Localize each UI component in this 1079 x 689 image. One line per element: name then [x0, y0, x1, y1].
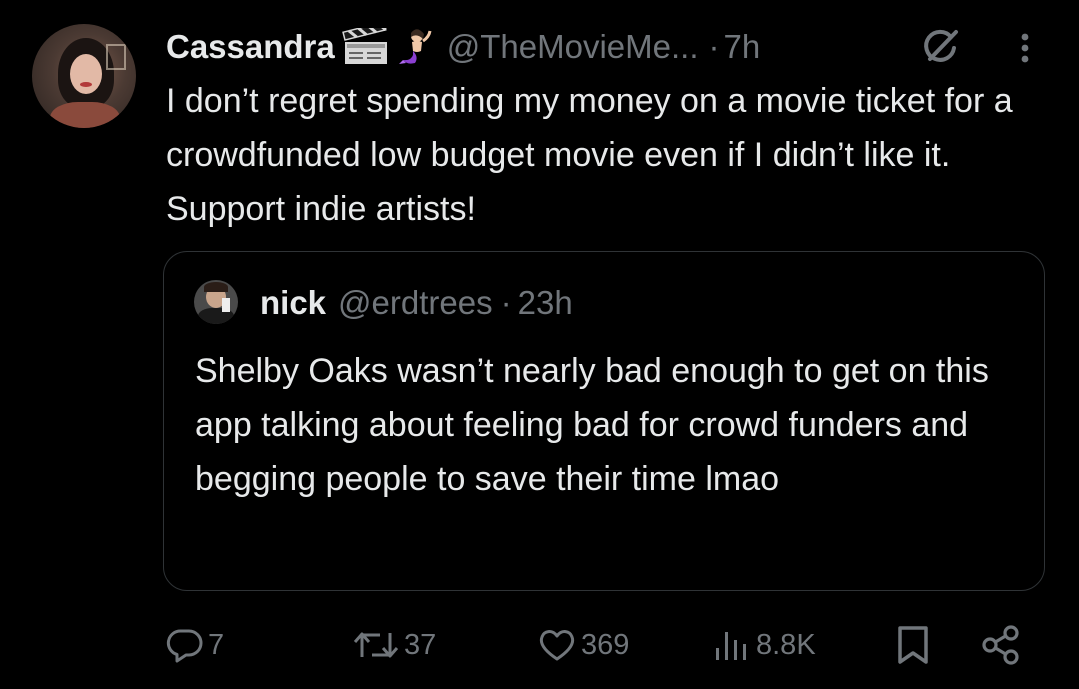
repost-icon [352, 626, 400, 664]
author-handle[interactable]: @TheMovieMe... [447, 28, 699, 66]
quoted-tweet-header: nick @erdtrees · 23h [260, 280, 573, 326]
share-icon [980, 624, 1022, 666]
reply-count: 7 [208, 628, 225, 661]
like-count: 369 [581, 628, 630, 661]
bookmark-button[interactable] [893, 620, 933, 670]
view-count: 8.8K [756, 628, 816, 661]
quoted-author-handle[interactable]: @erdtrees [338, 284, 493, 322]
reply-icon [166, 626, 204, 664]
mermaid-emoji-icon [397, 27, 437, 67]
views-button[interactable]: 8.8K [712, 620, 816, 670]
quoted-author-name[interactable]: nick [260, 284, 326, 322]
reply-button[interactable]: 7 [166, 620, 224, 670]
grok-icon[interactable] [918, 26, 962, 70]
quoted-tweet[interactable]: nick @erdtrees · 23h Shelby Oaks wasn’t … [163, 251, 1045, 591]
bookmark-icon [893, 624, 933, 666]
action-bar: 7 37 369 8.8K [0, 620, 1079, 670]
views-icon [712, 626, 752, 664]
quoted-header-separator: · [500, 284, 512, 321]
tweet-timestamp[interactable]: 7h [724, 28, 761, 66]
tweet-header: Cassandra @TheMovieMe... · 7h [166, 22, 760, 72]
quoted-author-avatar[interactable] [194, 280, 238, 324]
author-name[interactable]: Cassandra [166, 28, 335, 66]
header-separator: · [708, 28, 720, 65]
clapper-board-emoji-icon [341, 28, 391, 66]
like-button[interactable]: 369 [537, 620, 629, 670]
tweet-text: I don’t regret spending my money on a mo… [166, 82, 1013, 228]
share-button[interactable] [980, 620, 1022, 670]
heart-icon [537, 626, 577, 664]
quoted-tweet-text: Shelby Oaks wasn’t nearly bad enough to … [195, 352, 989, 498]
repost-button[interactable]: 37 [352, 620, 436, 670]
more-icon[interactable] [1010, 28, 1040, 68]
repost-count: 37 [404, 628, 437, 661]
author-avatar[interactable] [32, 24, 136, 128]
quoted-tweet-timestamp[interactable]: 23h [518, 284, 573, 322]
